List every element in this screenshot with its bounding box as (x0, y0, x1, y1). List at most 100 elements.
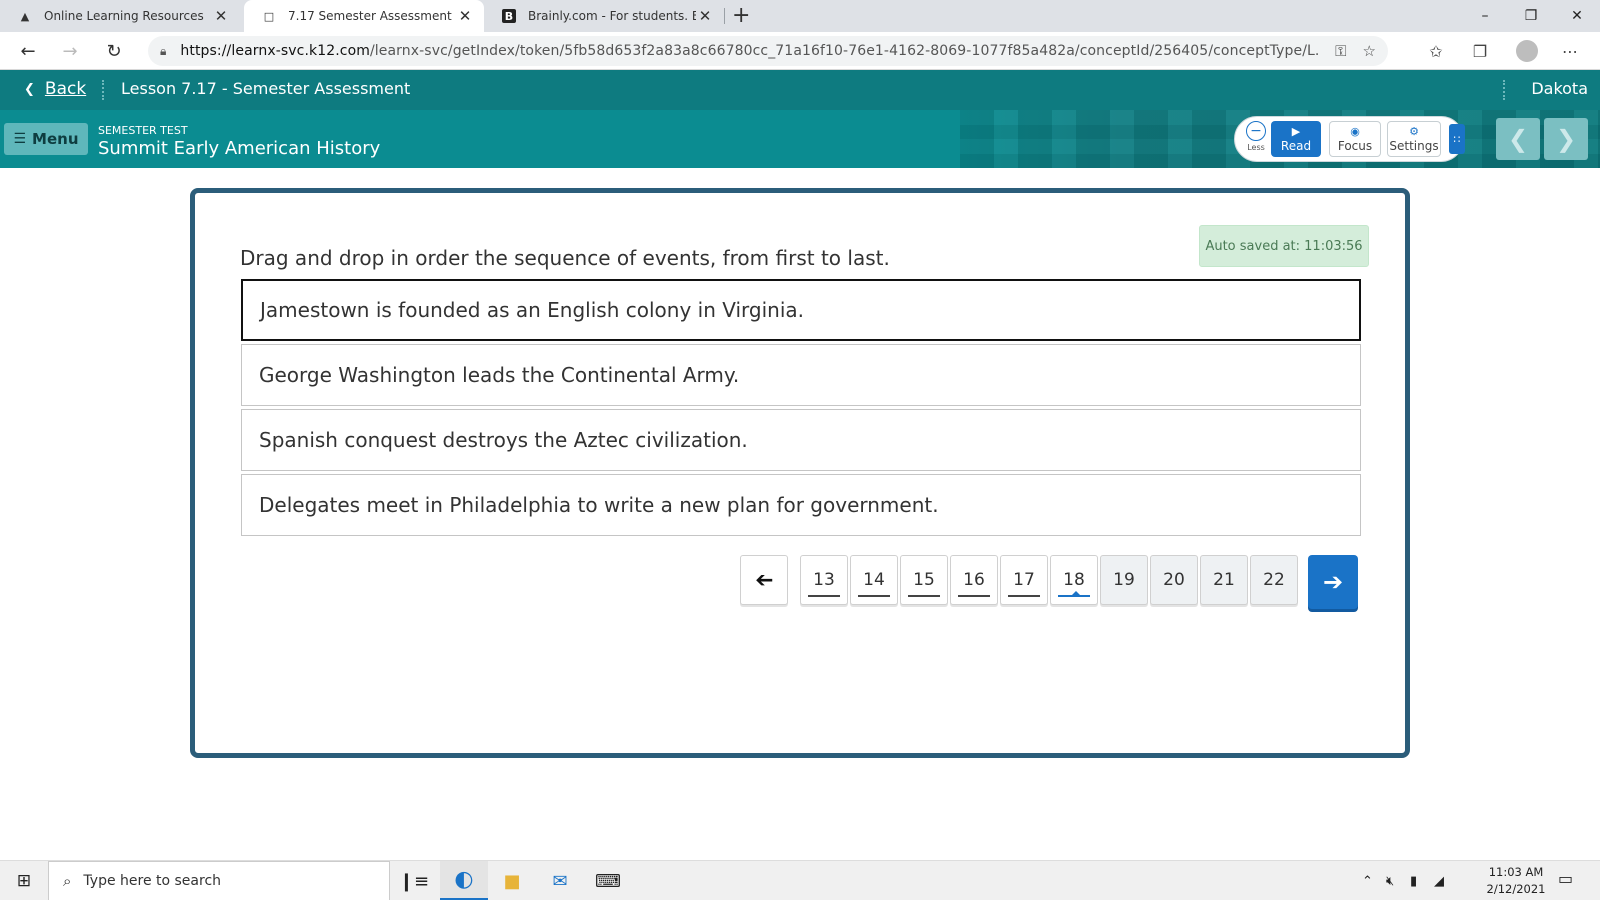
windows-start-icon[interactable]: ⊞ (0, 861, 48, 900)
windows-taskbar: ⊞ ⌕ Type here to search ❙≡ ◐ ■ ✉ ⌨ ⌃ 🔇︎ … (0, 860, 1600, 900)
browser-tab-brainly[interactable]: B Brainly.com - For students. By st ✕ (484, 0, 724, 32)
header-divider (1503, 80, 1505, 100)
question-number-18[interactable]: 18 (1050, 555, 1098, 605)
app-icon[interactable]: ⌨ (584, 861, 632, 900)
volume-muted-icon[interactable]: 🔇︎ (1386, 861, 1394, 900)
question-number-21[interactable]: 21 (1200, 555, 1248, 605)
browser-tab-strip: ▲ Online Learning Resources ✕ □ 7.17 Sem… (0, 0, 1600, 32)
next-question-button[interactable]: ➔ (1308, 555, 1358, 609)
question-prompt: Drag and drop in order the sequence of e… (240, 246, 890, 270)
grid-menu-icon[interactable]: ∷ (1449, 124, 1465, 154)
reload-button[interactable]: ↻ (100, 38, 128, 64)
edge-browser-icon[interactable]: ◐ (440, 861, 488, 900)
chevron-right-icon: ❯ (1555, 125, 1577, 153)
sortable-item[interactable]: Spanish conquest destroys the Aztec civi… (241, 409, 1361, 471)
browser-forward-button[interactable]: → (56, 38, 84, 64)
app-header: ❮ Back Lesson 7.17 - Semester Assessment… (0, 70, 1600, 110)
mail-icon[interactable]: ✉ (536, 861, 584, 900)
battery-icon[interactable]: ▮ (1410, 861, 1417, 900)
document-icon: □ (263, 9, 275, 23)
previous-question-button[interactable]: ➔ (740, 555, 788, 605)
question-pagination: ➔ 13 14 15 16 17 18 19 20 21 22 ➔ (195, 555, 1415, 611)
url-field[interactable]: 🔒︎ https://learnx-svc.k12.com/learnx-svc… (148, 36, 1388, 66)
tab-title: 7.17 Semester Assessment (288, 9, 452, 23)
close-tab-icon[interactable]: ✕ (696, 7, 714, 25)
question-number-13[interactable]: 13 (800, 555, 848, 605)
question-number-19[interactable]: 19 (1100, 555, 1148, 605)
file-explorer-icon[interactable]: ■ (488, 861, 536, 900)
add-favorite-icon[interactable]: ☆ (1363, 42, 1376, 60)
user-name[interactable]: Dakota (1531, 79, 1588, 98)
profile-avatar[interactable] (1516, 40, 1538, 62)
tab-title: Online Learning Resources (44, 9, 204, 23)
question-number-22[interactable]: 22 (1250, 555, 1298, 605)
settings-label: Settings (1389, 138, 1439, 153)
hamburger-icon: ☰ (13, 131, 27, 147)
question-number-20[interactable]: 20 (1150, 555, 1198, 605)
wifi-icon[interactable]: ◢ (1434, 861, 1444, 900)
sortable-item[interactable]: Jamestown is founded as an English colon… (241, 279, 1361, 341)
url-text: https://learnx-svc.k12.com/learnx-svc/ge… (180, 43, 1320, 59)
chevron-left-icon: ❮ (24, 81, 35, 97)
clock-time: 11:03 AM (1488, 865, 1544, 879)
notifications-icon[interactable]: ▭ (1558, 869, 1573, 888)
course-header: ☰ Menu SEMESTER TEST Summit Early Americ… (0, 110, 1600, 168)
minimize-button[interactable]: – (1462, 0, 1508, 32)
course-title: Summit Early American History (98, 138, 381, 159)
back-link[interactable]: ❮ Back (24, 79, 86, 99)
question-number-17[interactable]: 17 (1000, 555, 1048, 605)
clock-date: 2/12/2021 (1486, 882, 1546, 896)
question-number-16[interactable]: 16 (950, 555, 998, 605)
question-number-14[interactable]: 14 (850, 555, 898, 605)
minus-circle-icon: − (1246, 121, 1266, 141)
focus-button[interactable]: ◉ Focus (1329, 121, 1381, 157)
less-toggle[interactable]: − Less (1239, 121, 1273, 159)
previous-page-button[interactable]: ❮ (1496, 118, 1540, 160)
menu-button[interactable]: ☰ Menu (4, 123, 88, 155)
browser-tab-semester-assessment[interactable]: □ 7.17 Semester Assessment ✕ (244, 0, 484, 32)
arrow-left-icon: ➔ (754, 567, 774, 593)
gear-icon: ⚙ (1409, 124, 1419, 138)
sortable-item[interactable]: George Washington leads the Continental … (241, 344, 1361, 406)
read-label: Read (1280, 138, 1312, 153)
menu-label: Menu (32, 130, 79, 148)
question-card: Auto saved at: 11:03:56 Drag and drop in… (190, 188, 1410, 758)
restore-button[interactable]: ❐ (1508, 0, 1554, 32)
system-clock[interactable]: 11:03 AM 2/12/2021 (1486, 864, 1546, 898)
close-tab-icon[interactable]: ✕ (456, 7, 474, 25)
read-button[interactable]: ▶ Read (1271, 121, 1321, 157)
envelope-glyph: ✉ (552, 870, 568, 892)
eye-icon: ◉ (1350, 124, 1360, 138)
tree-icon: ▲ (20, 9, 30, 23)
back-label: Back (44, 79, 87, 99)
current-marker (1072, 591, 1080, 595)
less-label: Less (1247, 143, 1265, 152)
close-tab-icon[interactable]: ✕ (212, 7, 230, 25)
key-icon[interactable]: ⚿ (1335, 42, 1346, 60)
chevron-left-icon: ❮ (1507, 125, 1529, 153)
settings-button[interactable]: ⚙ Settings (1387, 121, 1441, 157)
focus-label: Focus (1337, 138, 1373, 153)
close-window-button[interactable]: ✕ (1554, 0, 1600, 32)
browser-back-button[interactable]: ← (14, 38, 42, 64)
autosave-status: Auto saved at: 11:03:56 (1199, 225, 1369, 267)
page-number-label: 18 (1063, 570, 1085, 590)
browser-tab-online-learning[interactable]: ▲ Online Learning Resources ✕ (0, 0, 240, 32)
task-view-icon[interactable]: ❙≡ (390, 861, 438, 900)
search-icon: ⌕ (63, 872, 72, 890)
next-page-button[interactable]: ❯ (1544, 118, 1588, 160)
tab-divider (724, 8, 725, 24)
search-placeholder: Type here to search (83, 873, 222, 889)
sortable-item[interactable]: Delegates meet in Philadelphia to write … (241, 474, 1361, 536)
more-options-icon[interactable]: ⋯ (1558, 40, 1582, 62)
app-glyph: ⌨ (595, 870, 621, 892)
section-kicker: SEMESTER TEST (98, 124, 188, 137)
favorites-icon[interactable]: ✩ (1424, 40, 1448, 62)
address-bar-row: ← → ↻ 🔒︎ https://learnx-svc.k12.com/lear… (0, 32, 1600, 70)
new-tab-button[interactable]: + (732, 3, 750, 28)
reading-tools: − Less ▶ Read ◉ Focus ⚙ Settings (1234, 116, 1464, 162)
show-hidden-icons-icon[interactable]: ⌃ (1362, 861, 1373, 900)
taskbar-search-box[interactable]: ⌕ Type here to search (48, 861, 390, 900)
collections-icon[interactable]: ❐ (1468, 40, 1492, 62)
question-number-15[interactable]: 15 (900, 555, 948, 605)
